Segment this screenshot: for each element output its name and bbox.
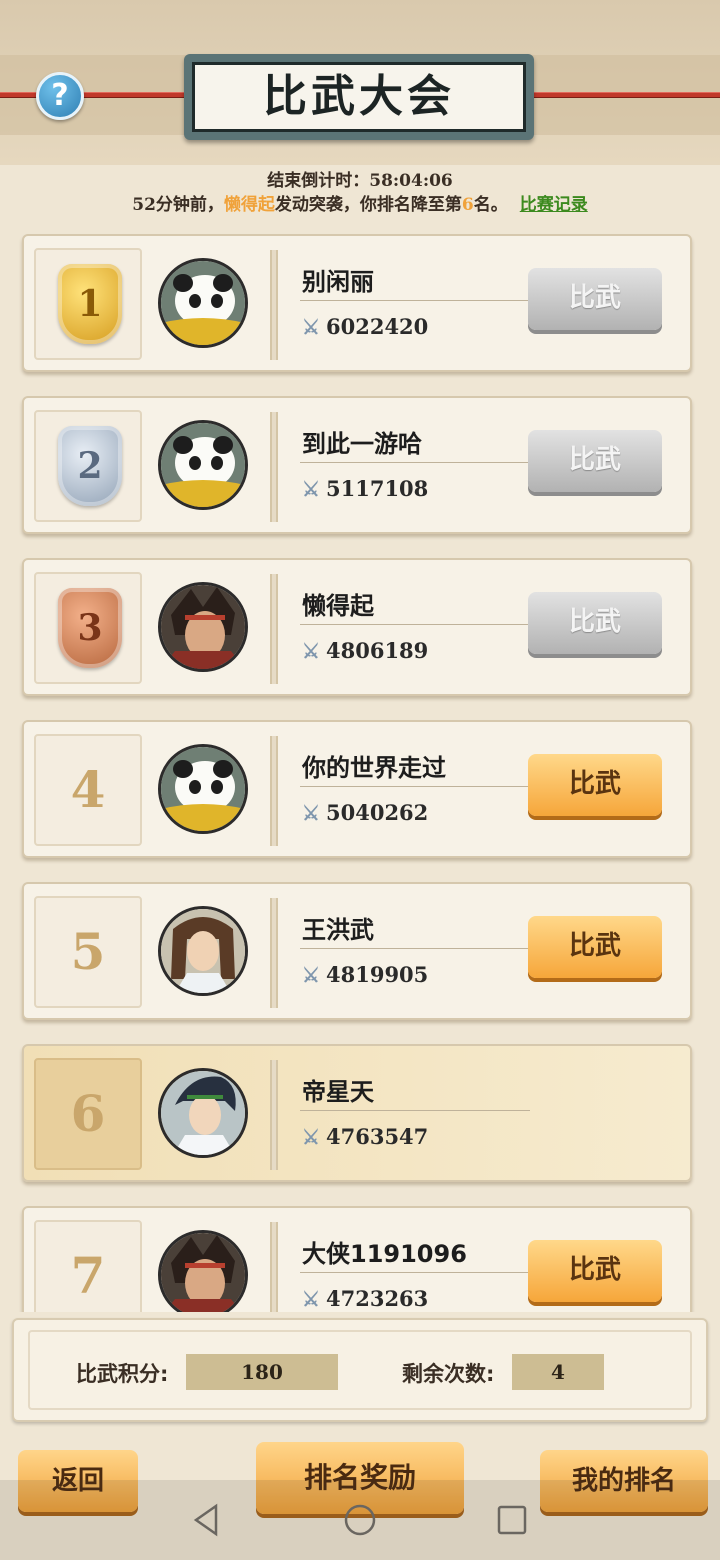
row-divider — [270, 250, 278, 360]
player-name: 帝星天 — [302, 1078, 374, 1106]
leaderboard-list[interactable]: 1 别闲丽 ⚔ 6022420 比武 2 到此一游哈 ⚔ 5117108 比武 3 — [0, 0, 720, 1312]
row-divider — [270, 1060, 278, 1170]
rank-number: 6 — [70, 1084, 106, 1143]
rank-box: 5 — [34, 896, 142, 1008]
player-name: 懒得起 — [302, 592, 374, 620]
name-underline — [300, 300, 530, 301]
gold-medal-icon: 1 — [58, 264, 122, 344]
stats-panel: 比武积分: 180 剩余次数: 4 — [12, 1318, 708, 1422]
leaderboard-row-self: 6 帝星天 ⚔ 4763547 — [22, 1044, 692, 1182]
rank-number: 5 — [70, 922, 106, 981]
fight-button[interactable]: 比武 — [528, 430, 662, 492]
player-name: 大侠1191096 — [302, 1240, 467, 1268]
crossed-swords-icon: ⚔ — [302, 963, 320, 987]
name-underline — [300, 1110, 530, 1111]
fight-button[interactable]: 比武 — [528, 754, 662, 816]
fight-button[interactable]: 比武 — [528, 916, 662, 978]
leaderboard-row: 2 到此一游哈 ⚔ 5117108 比武 — [22, 396, 692, 534]
panda-avatar — [158, 744, 248, 834]
leaderboard-row: 5 王洪武 ⚔ 4819905 比武 — [22, 882, 692, 1020]
swordsman-avatar — [158, 906, 248, 996]
crossed-swords-icon: ⚔ — [302, 801, 320, 825]
row-divider — [270, 574, 278, 684]
fight-button[interactable]: 比武 — [528, 592, 662, 654]
rank-box: 1 — [34, 248, 142, 360]
power-value: ⚔ 4819905 — [302, 962, 429, 987]
recents-square-icon[interactable] — [494, 1502, 530, 1538]
leaderboard-row: 3 懒得起 ⚔ 4806189 比武 — [22, 558, 692, 696]
system-navigation-bar — [0, 1480, 720, 1560]
crossed-swords-icon: ⚔ — [302, 1125, 320, 1149]
rank-number: 4 — [70, 760, 106, 819]
points-value: 180 — [186, 1354, 338, 1390]
player-name: 到此一游哈 — [302, 430, 422, 458]
crossed-swords-icon: ⚔ — [302, 315, 320, 339]
hero-avatar — [158, 1068, 248, 1158]
crossed-swords-icon: ⚔ — [302, 477, 320, 501]
name-underline — [300, 786, 530, 787]
name-underline — [300, 624, 530, 625]
row-divider — [270, 412, 278, 522]
crossed-swords-icon: ⚔ — [302, 1287, 320, 1311]
rank-box: 4 — [34, 734, 142, 846]
rank-box: 3 — [34, 572, 142, 684]
warrior-avatar — [158, 1230, 248, 1312]
player-name: 你的世界走过 — [302, 754, 446, 782]
points-label: 比武积分: — [76, 1362, 169, 1386]
name-underline — [300, 1272, 530, 1273]
remaining-label: 剩余次数: — [402, 1362, 495, 1386]
silver-medal-icon: 2 — [58, 426, 122, 506]
back-triangle-icon[interactable] — [188, 1502, 224, 1538]
rank-box: 6 — [34, 1058, 142, 1170]
power-value: ⚔ 5117108 — [302, 476, 429, 501]
leaderboard-row: 1 别闲丽 ⚔ 6022420 比武 — [22, 234, 692, 372]
power-value: ⚔ 4723263 — [302, 1286, 429, 1311]
row-divider — [270, 1222, 278, 1312]
name-underline — [300, 948, 530, 949]
bronze-medal-icon: 3 — [58, 588, 122, 668]
fight-button[interactable]: 比武 — [528, 268, 662, 330]
leaderboard-row: 4 你的世界走过 ⚔ 5040262 比武 — [22, 720, 692, 858]
fight-button[interactable]: 比武 — [528, 1240, 662, 1302]
rank-box: 2 — [34, 410, 142, 522]
rank-box: 7 — [34, 1220, 142, 1312]
power-value: ⚔ 4806189 — [302, 638, 429, 663]
player-name: 别闲丽 — [302, 268, 374, 296]
row-divider — [270, 898, 278, 1008]
name-underline — [300, 462, 530, 463]
home-circle-icon[interactable] — [342, 1502, 378, 1538]
panda-avatar — [158, 420, 248, 510]
leaderboard-row: 7 大侠1191096 ⚔ 4723263 比武 — [22, 1206, 692, 1312]
warrior-avatar — [158, 582, 248, 672]
power-value: ⚔ 5040262 — [302, 800, 429, 825]
rank-number: 7 — [70, 1246, 106, 1305]
crossed-swords-icon: ⚔ — [302, 639, 320, 663]
power-value: ⚔ 4763547 — [302, 1124, 429, 1149]
player-name: 王洪武 — [302, 916, 374, 944]
row-divider — [270, 736, 278, 846]
panda-avatar — [158, 258, 248, 348]
power-value: ⚔ 6022420 — [302, 314, 429, 339]
remaining-value: 4 — [512, 1354, 604, 1390]
